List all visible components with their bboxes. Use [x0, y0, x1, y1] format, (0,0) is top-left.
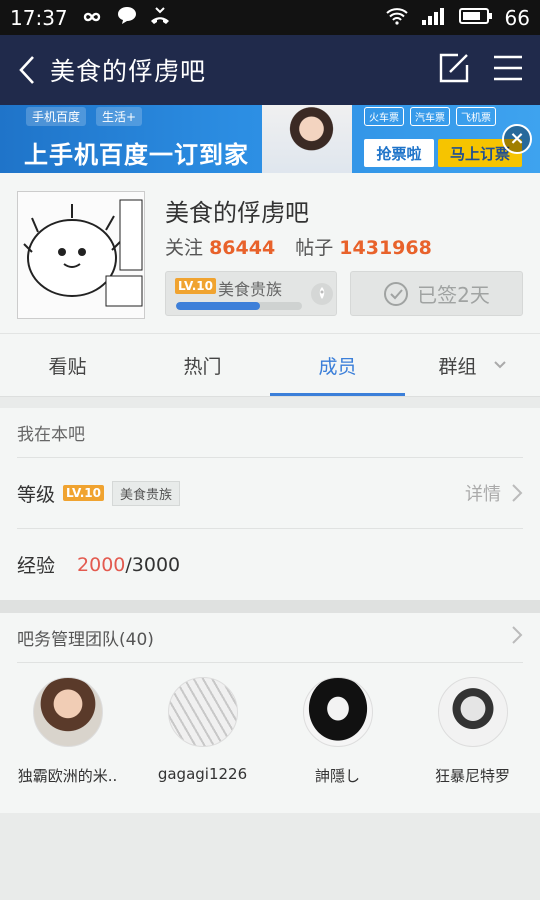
chat-bubble-icon [116, 5, 138, 30]
member-item[interactable]: gagagi1226 [135, 677, 270, 786]
forum-name: 美食的俘虏吧 [165, 199, 309, 227]
wifi-icon [385, 6, 409, 30]
chevron-right-icon [511, 625, 523, 650]
follow-count: 86444 [209, 237, 276, 259]
member-name: 訷隱し [314, 767, 360, 785]
experience-row: 经验 2000 /3000 [17, 529, 523, 600]
status-bar: 17:37 66 [0, 0, 540, 35]
signal-icon [421, 6, 447, 30]
forum-avatar[interactable] [17, 191, 145, 319]
menu-icon [494, 55, 522, 81]
member-item[interactable]: 訷隱し [270, 677, 405, 786]
signed-in-button[interactable]: 已签2天 [350, 271, 523, 316]
tab-label: 群组 [438, 356, 477, 378]
missed-call-icon [148, 5, 172, 30]
member-item[interactable]: 狂暴尼特罗 [405, 677, 540, 786]
avatar [302, 677, 373, 747]
level-label: 等级 [17, 483, 56, 506]
banner-headline: 上手机百度一订到家 [24, 141, 249, 169]
tab-groups[interactable]: 群组 [405, 334, 540, 397]
section-divider [0, 396, 540, 408]
forum-header: 美食的俘虏吧 关注 86444 帖子 1431968 LV.10 美食贵族 已签… [0, 173, 540, 333]
close-ad-button[interactable]: × [502, 124, 532, 154]
section-header: 我在本吧 [17, 408, 523, 458]
member-name: 狂暴尼特罗 [434, 767, 510, 785]
tab-label: 热门 [183, 356, 222, 378]
level-badge: LV.10 [63, 485, 105, 501]
tab-label: 看贴 [48, 356, 87, 378]
exp-total: /3000 [125, 553, 181, 576]
section-divider [0, 600, 540, 613]
banner-grab-ticket: 抢票啦 [364, 139, 434, 167]
level-progress-bar [176, 302, 302, 310]
avatar [437, 677, 508, 747]
detail-label: 详情 [465, 484, 501, 505]
forum-avatar-image [18, 192, 144, 318]
nav-bar: 美食的俘虏吧 [0, 35, 540, 105]
banner-mini-tag: 汽车票 [410, 107, 450, 126]
tab-label: 成员 [318, 356, 357, 378]
posts-count: 1431968 [339, 237, 432, 259]
my-membership-card: 我在本吧 等级 LV.10 美食贵族 详情 经验 2000 /3000 [0, 408, 540, 600]
banner-tag: 手机百度 [26, 107, 87, 126]
tab-posts[interactable]: 看贴 [0, 334, 135, 397]
check-circle-icon [384, 281, 409, 306]
level-badge: LV.10 [175, 278, 216, 294]
chevron-down-icon [493, 358, 507, 374]
banner-mini-tag: 火车票 [364, 107, 404, 126]
edit-button[interactable] [438, 52, 470, 88]
chevron-left-icon [19, 56, 34, 84]
rocket-icon [311, 283, 333, 305]
level-name: 美食贵族 [218, 280, 283, 299]
banner-tag: 生活+ [96, 107, 143, 126]
member-name: gagagi1226 [157, 765, 248, 783]
status-time: 17:37 [10, 5, 68, 30]
team-header[interactable]: 吧务管理团队(40) [17, 613, 523, 663]
chevron-right-icon [512, 484, 523, 502]
level-row[interactable]: 等级 LV.10 美食贵族 详情 [17, 458, 523, 529]
back-button[interactable] [4, 35, 50, 105]
tab-hot[interactable]: 热门 [135, 334, 270, 397]
level-progress-fill [176, 302, 261, 310]
menu-button[interactable] [492, 54, 524, 86]
section-title: 我在本吧 [17, 425, 85, 445]
level-name-tag: 美食贵族 [112, 480, 181, 506]
management-team-card: 吧务管理团队(40) 独霸欧洲的米.. gagagi1226 訷隱し 狂暴尼特罗 [0, 613, 540, 813]
exp-current: 2000 [77, 553, 126, 576]
member-list: 独霸欧洲的米.. gagagi1226 訷隱し 狂暴尼特罗 [0, 677, 540, 786]
tab-members[interactable]: 成员 [270, 334, 405, 397]
avatar [167, 677, 238, 747]
banner-person-image [262, 105, 352, 173]
battery-level: 66 [504, 5, 530, 30]
team-title: 吧务管理团队(40) [17, 630, 154, 650]
member-name: 独霸欧洲的米.. [17, 767, 118, 785]
battery-icon [458, 6, 493, 30]
edit-icon [439, 53, 469, 83]
banner-mini-tag: 飞机票 [456, 107, 496, 126]
follow-label: 关注 [165, 237, 204, 259]
ad-banner[interactable]: 手机百度 生活+ 上手机百度一订到家 火车票 汽车票 飞机票 抢票啦 马上订票 [0, 105, 540, 173]
exp-label: 经验 [17, 555, 56, 577]
forum-stats: 关注 86444 帖子 1431968 [165, 233, 446, 260]
close-circle-icon: × [509, 128, 525, 149]
infinity-icon [78, 6, 106, 30]
signed-label: 已签2天 [417, 283, 490, 307]
member-item[interactable]: 独霸欧洲的米.. [0, 677, 135, 786]
forum-level-box[interactable]: LV.10 美食贵族 [165, 271, 337, 316]
forum-tabs: 看贴 热门 成员 群组 [0, 333, 540, 397]
avatar [32, 677, 103, 747]
detail-link[interactable]: 详情 [465, 480, 523, 506]
page-title: 美食的俘虏吧 [50, 57, 207, 86]
posts-label: 帖子 [295, 237, 334, 259]
